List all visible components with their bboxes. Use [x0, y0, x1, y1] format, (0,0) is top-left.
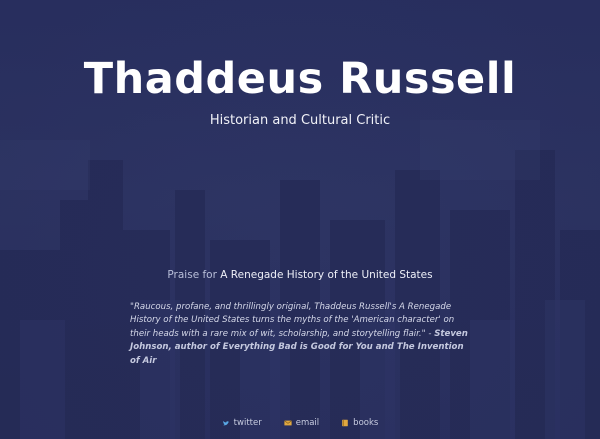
twitter-icon — [222, 421, 229, 426]
books-link[interactable]: books — [341, 418, 378, 428]
page-subtitle: Historian and Cultural Critic — [209, 113, 391, 128]
twitter-link[interactable]: twitter — [222, 418, 262, 428]
books-label: books — [353, 418, 379, 428]
praise-heading: Praise for A Renegade History of the Uni… — [0, 269, 600, 281]
book-title: A Renegade History of the United States — [220, 269, 433, 281]
testimonial-quote: "Raucous, profane, and thrillingly origi… — [130, 301, 475, 368]
twitter-label: twitter — [233, 418, 262, 428]
page-title: Thaddeus Russell — [83, 54, 517, 104]
envelope-icon — [283, 420, 292, 426]
email-label: email — [295, 418, 320, 428]
book-icon — [342, 419, 348, 427]
email-link[interactable]: email — [283, 418, 320, 428]
footer-links: twitter email books — [0, 418, 600, 428]
praise-prefix: Praise for — [167, 269, 217, 281]
hero-section: Thaddeus Russell Historian and Cultural … — [0, 0, 600, 439]
quote-text: "Raucous, profane, and thrillingly origi… — [130, 302, 455, 339]
